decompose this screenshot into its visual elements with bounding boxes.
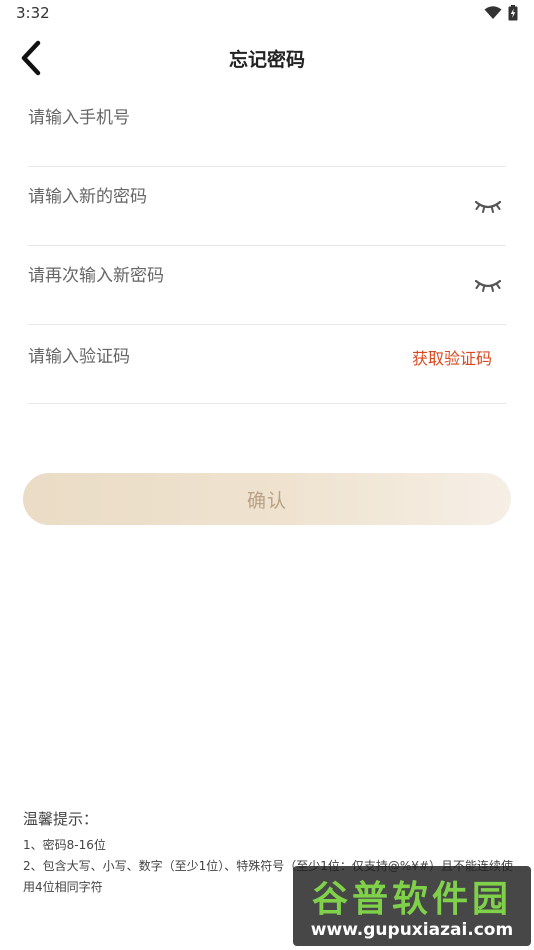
verification-code-input[interactable] <box>28 341 398 373</box>
phone-input[interactable] <box>28 102 398 134</box>
phone-field-row <box>28 88 506 167</box>
new-password-field-row <box>28 167 506 246</box>
page-title: 忘记密码 <box>228 49 305 71</box>
tips-title: 温馨提示： <box>23 810 99 828</box>
status-bar: 3:32 <box>0 0 534 28</box>
eye-closed-icon[interactable] <box>474 276 502 294</box>
confirm-button-label: 确认 <box>246 489 287 512</box>
wifi-icon <box>484 6 502 19</box>
confirm-password-field-row <box>28 246 506 325</box>
verification-code-field-row: 获取验证码 <box>28 325 506 404</box>
watermark-title: 谷普软件园 <box>311 879 512 920</box>
nav-bar: 忘记密码 <box>0 28 534 88</box>
tip-item: 1、密码8-16位 <box>23 838 106 852</box>
status-icons <box>484 5 518 21</box>
new-password-input[interactable] <box>28 181 398 213</box>
watermark-url: www.gupuxiazai.com <box>310 920 514 940</box>
confirm-button[interactable]: 确认 <box>23 473 511 525</box>
eye-closed-icon[interactable] <box>474 197 502 215</box>
status-time: 3:32 <box>16 4 50 22</box>
confirm-password-input[interactable] <box>28 260 398 292</box>
get-code-button[interactable]: 获取验证码 <box>412 345 492 369</box>
reset-password-form: 获取验证码 <box>28 88 506 404</box>
battery-charging-icon <box>508 5 518 21</box>
watermark-logo: 谷普软件园 www.gupuxiazai.com <box>293 866 531 946</box>
